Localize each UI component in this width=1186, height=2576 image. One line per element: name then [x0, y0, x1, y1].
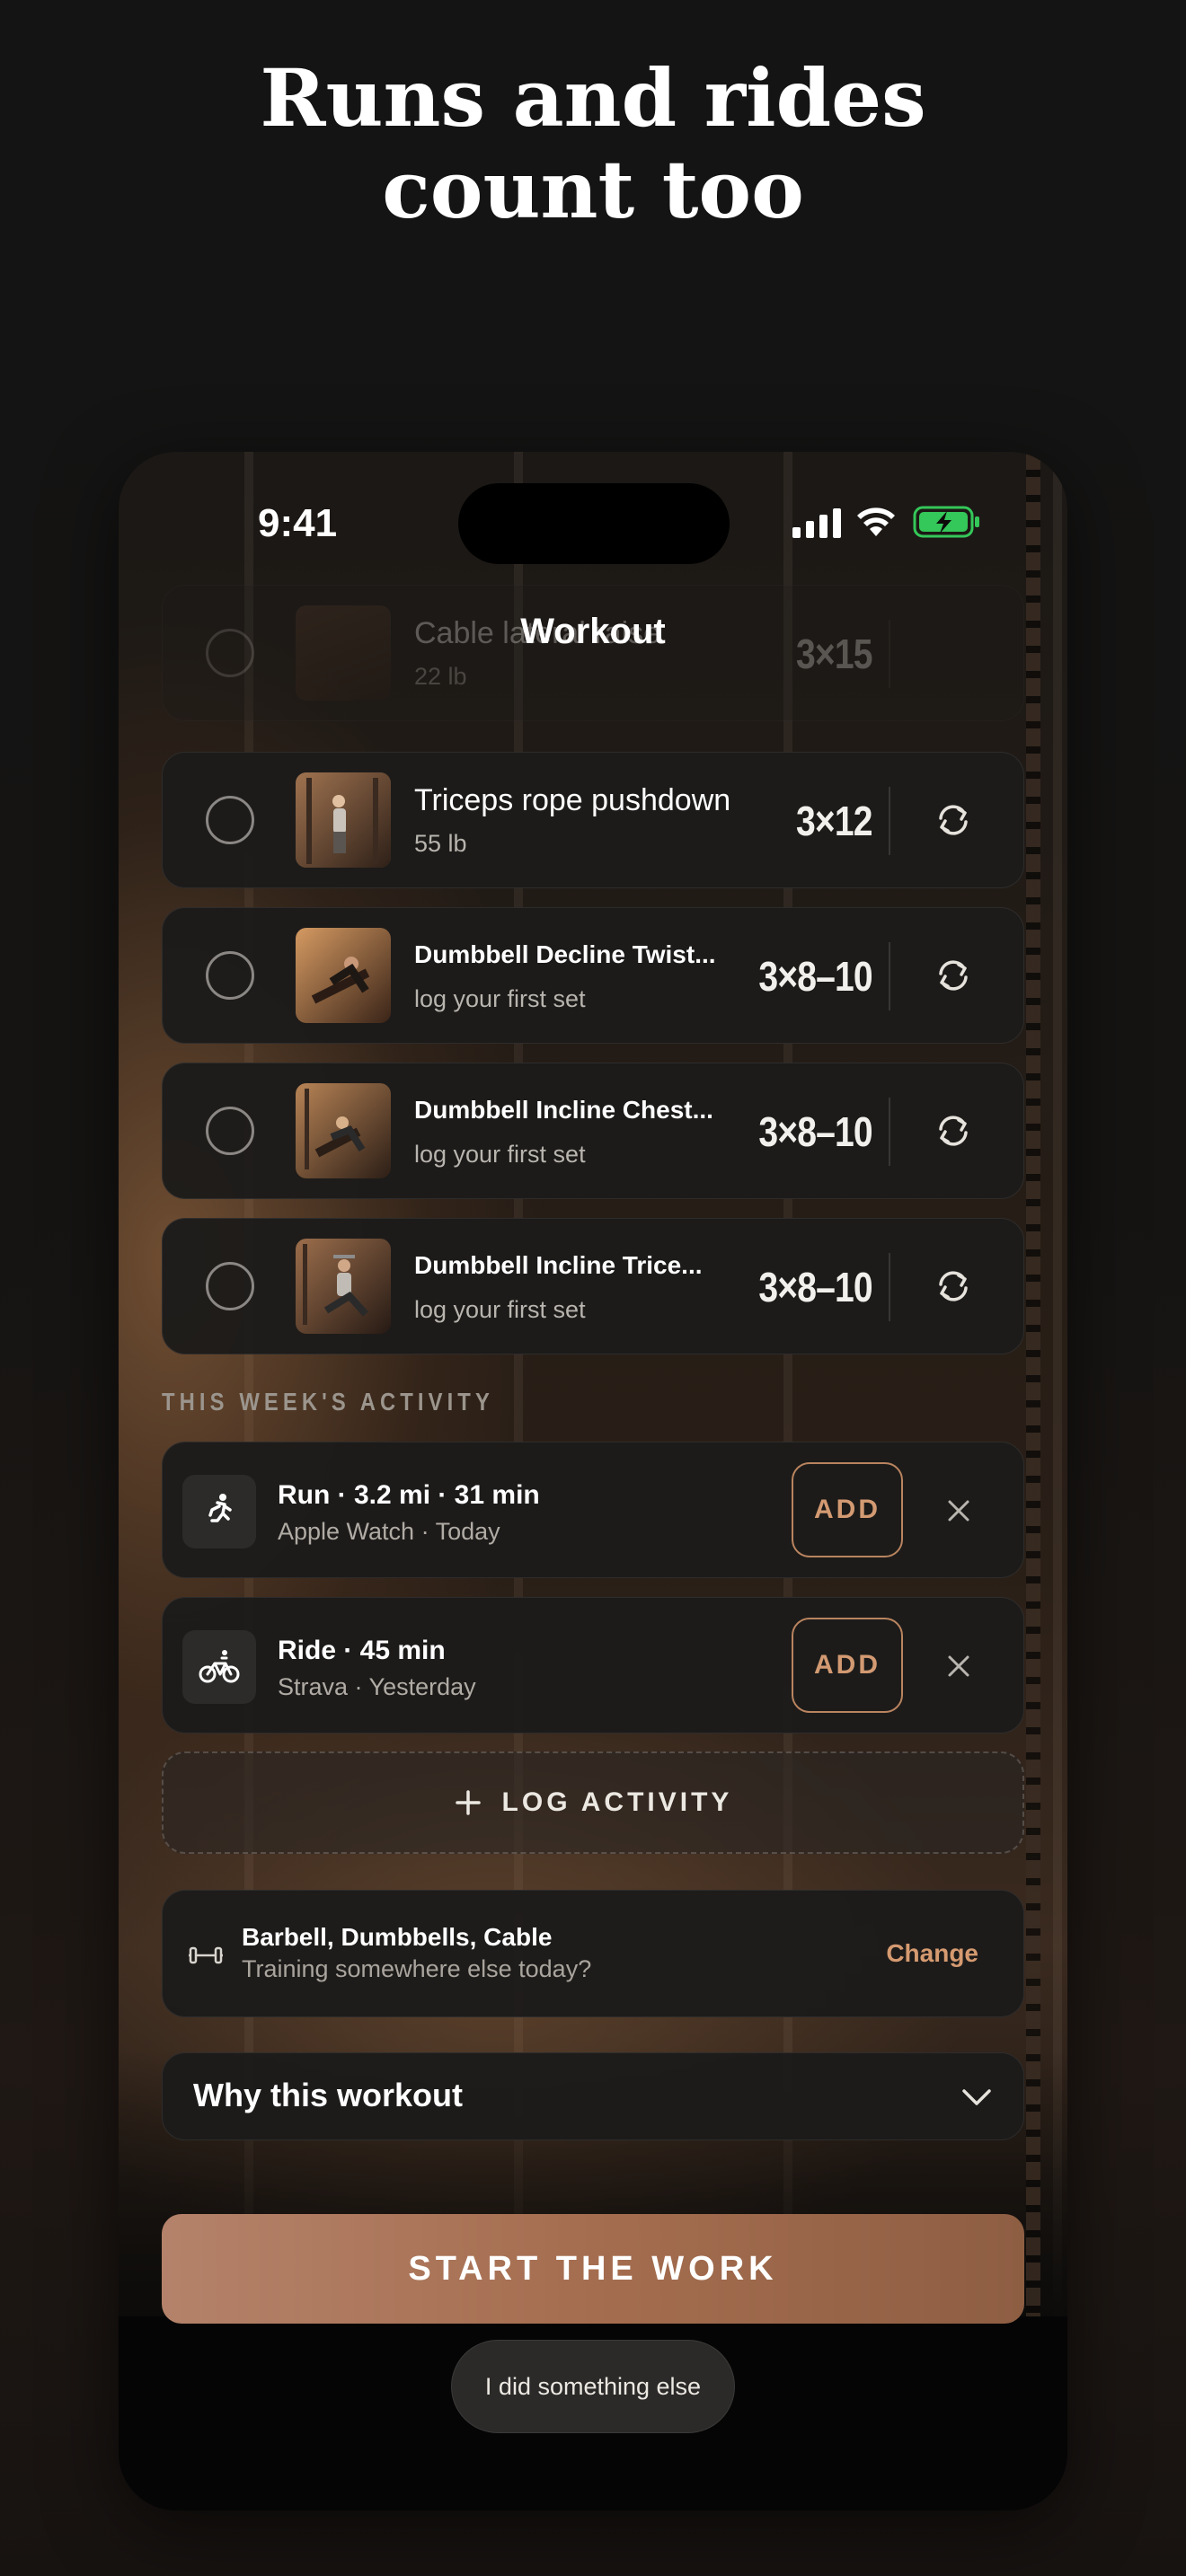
headline-line-1: Runs and rides	[260, 51, 926, 145]
gym-background-image	[119, 452, 1067, 2320]
add-activity-button[interactable]: ADD	[792, 1462, 903, 1557]
exercise-check[interactable]	[206, 951, 254, 1000]
exercise-scheme[interactable]: 3×12	[796, 797, 873, 845]
phone-frame: Cable lateral raise 22 lb 3×15 9:41 Work…	[119, 452, 1067, 2510]
exercise-thumbnail	[296, 928, 391, 1023]
bike-icon	[182, 1630, 256, 1704]
divider	[889, 942, 890, 1010]
start-workout-button[interactable]: START THE WORK	[162, 2214, 1024, 2324]
status-bar: 9:41	[119, 452, 1067, 587]
exercise-row[interactable]: Triceps rope pushdown 55 lb 3×12	[162, 752, 1024, 888]
exercise-check[interactable]	[206, 796, 254, 844]
plus-icon	[455, 1790, 481, 1815]
exercise-name: Triceps rope pushdown	[414, 783, 731, 817]
add-activity-button[interactable]: ADD	[792, 1618, 903, 1713]
exercise-row-faded: Cable lateral raise 22 lb 3×15	[162, 585, 1024, 721]
exercise-detail: 55 lb	[414, 830, 467, 857]
section-label-activity: THIS WEEK'S ACTIVITY	[162, 1388, 494, 1416]
status-time: 9:41	[258, 501, 338, 545]
exercise-name: Dumbbell Decline Twist...	[414, 940, 716, 968]
divider	[889, 787, 890, 855]
exercise-name: Dumbbell Incline Chest...	[414, 1096, 713, 1124]
exercise-scheme[interactable]: 3×8–10	[759, 1107, 873, 1156]
rack-post-decoration	[1026, 452, 1040, 2320]
exercise-row[interactable]: Dumbbell Decline Twist... log your first…	[162, 907, 1024, 1044]
exercise-name: Dumbbell Incline Trice...	[414, 1251, 703, 1279]
divider	[889, 1098, 890, 1166]
swap-exercise-icon[interactable]	[934, 1266, 973, 1306]
exercise-row[interactable]: Dumbbell Incline Trice... log your first…	[162, 1218, 1024, 1354]
exercise-detail: log your first set	[414, 985, 586, 1012]
divider	[889, 1253, 890, 1321]
cellular-signal-icon	[792, 507, 843, 538]
exercise-row[interactable]: Dumbbell Incline Chest... log your first…	[162, 1063, 1024, 1199]
activity-title: Ride · 45 min	[278, 1636, 446, 1665]
did-something-else-button[interactable]: I did something else	[451, 2340, 735, 2433]
exercise-detail: log your first set	[414, 1141, 586, 1168]
dynamic-island	[458, 483, 730, 564]
activity-source: Apple Watch · Today	[278, 1518, 500, 1545]
activity-item-run: Run · 3.2 mi · 31 min Apple Watch · Toda…	[162, 1442, 1024, 1578]
exercise-scheme[interactable]: 3×8–10	[759, 952, 873, 1001]
activity-source: Strava · Yesterday	[278, 1673, 476, 1700]
exercise-thumbnail	[296, 1083, 391, 1178]
dumbbell-icon	[189, 1946, 223, 1964]
log-activity-label: LOG ACTIVITY	[501, 1787, 733, 1817]
headline: Runs and rides count too	[0, 52, 1186, 235]
equipment-card: Barbell, Dumbbells, Cable Training somew…	[162, 1890, 1024, 2017]
exercise-thumbnail	[296, 1239, 391, 1334]
equipment-title: Barbell, Dumbbells, Cable	[242, 1923, 553, 1951]
activity-title: Run · 3.2 mi · 31 min	[278, 1480, 540, 1510]
dismiss-activity-icon[interactable]	[941, 1648, 977, 1684]
nav-title: Workout	[520, 612, 666, 651]
activity-item-ride: Ride · 45 min Strava · Yesterday ADD	[162, 1597, 1024, 1734]
wifi-icon	[857, 507, 895, 536]
exercise-thumbnail	[296, 772, 391, 868]
why-this-workout-disclosure[interactable]: Why this workout	[162, 2052, 1024, 2140]
headline-line-2: count too	[382, 143, 804, 236]
battery-charging-icon	[913, 506, 979, 538]
swap-exercise-icon[interactable]	[934, 956, 973, 995]
log-activity-button[interactable]: LOG ACTIVITY	[162, 1751, 1024, 1854]
exercise-check[interactable]	[206, 1107, 254, 1155]
change-equipment-link[interactable]: Change	[886, 1939, 978, 1968]
run-icon	[182, 1475, 256, 1548]
exercise-detail: 22 lb	[414, 663, 467, 690]
exercise-detail: log your first set	[414, 1296, 586, 1323]
swap-exercise-icon[interactable]	[934, 800, 973, 840]
exercise-scheme[interactable]: 3×8–10	[759, 1263, 873, 1311]
why-label: Why this workout	[193, 2077, 463, 2113]
swap-exercise-icon[interactable]	[934, 1111, 973, 1151]
equipment-subtitle: Training somewhere else today?	[242, 1955, 592, 1982]
chevron-down-icon	[962, 2089, 991, 2105]
exercise-check[interactable]	[206, 1262, 254, 1310]
dismiss-activity-icon[interactable]	[941, 1493, 977, 1529]
